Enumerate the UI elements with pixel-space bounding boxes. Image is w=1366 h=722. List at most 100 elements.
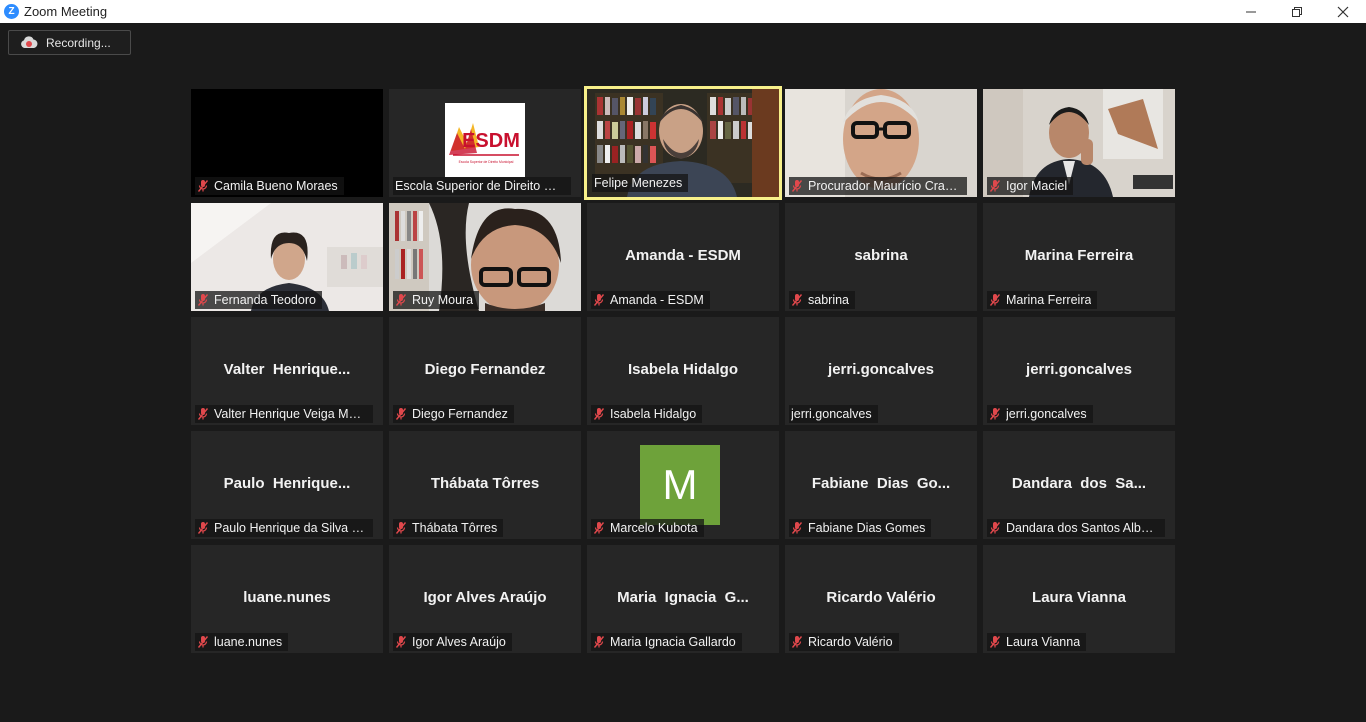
participant-name-label: Camila Bueno Moraes	[195, 177, 344, 195]
participant-tile[interactable]: Camila Bueno Moraes	[191, 89, 383, 197]
participant-display-name: Igor Alves Araújo	[423, 589, 547, 606]
minimize-button[interactable]	[1228, 0, 1274, 23]
participant-display-name: Ricardo Valério	[826, 589, 936, 606]
participant-tile[interactable]: Paulo Henrique... Paulo Henrique da Silva…	[191, 431, 383, 539]
participant-tile[interactable]: Marina Ferreira Marina Ferreira	[983, 203, 1175, 311]
participant-tile[interactable]: Thábata Tôrres Thábata Tôrres	[389, 431, 581, 539]
participant-display-name: Marina Ferreira	[1024, 247, 1134, 264]
muted-mic-icon	[989, 294, 1001, 306]
muted-mic-icon	[197, 408, 209, 420]
zoom-icon: Z	[4, 4, 19, 19]
participant-display-name: Dandara dos Sa...	[1011, 475, 1147, 492]
participant-name: Igor Maciel	[1006, 179, 1068, 193]
window-title: Zoom Meeting	[24, 4, 108, 19]
recording-indicator[interactable]: Recording...	[8, 30, 131, 55]
participant-name-label: Maria Ignacia Gallardo	[591, 633, 742, 651]
participant-tile[interactable]: Fabiane Dias Go... Fabiane Dias Gomes	[785, 431, 977, 539]
participant-tile[interactable]: Fernanda Teodoro	[191, 203, 383, 311]
participant-display-name: jerri.goncalves	[1026, 361, 1132, 378]
recording-label: Recording...	[46, 35, 111, 50]
participant-name-label: Ruy Moura	[393, 291, 480, 309]
participant-tile[interactable]: Diego Fernandez Diego Fernandez	[389, 317, 581, 425]
participant-tile[interactable]: Laura Vianna Laura Vianna	[983, 545, 1175, 653]
muted-mic-icon	[593, 408, 605, 420]
participant-tile[interactable]: sabrina sabrina	[785, 203, 977, 311]
window-controls	[1228, 0, 1366, 23]
participant-name-label: Marina Ferreira	[987, 291, 1098, 309]
participant-display-name: Amanda - ESDM	[625, 247, 741, 264]
muted-mic-icon	[593, 636, 605, 648]
participant-name: Igor Alves Araújo	[412, 635, 506, 649]
participant-name: jerri.goncalves	[791, 407, 872, 421]
participant-tile[interactable]: jerri.goncalves jerri.goncalves	[785, 317, 977, 425]
participant-name: Isabela Hidalgo	[610, 407, 697, 421]
participant-name-label: Igor Alves Araújo	[393, 633, 512, 651]
participant-name: Fernanda Teodoro	[214, 293, 316, 307]
participant-name-label: Felipe Menezes	[592, 174, 689, 192]
muted-mic-icon	[395, 408, 407, 420]
participant-tile[interactable]: Igor Alves Araújo Igor Alves Araújo	[389, 545, 581, 653]
participant-tile[interactable]: M Marcelo Kubota	[587, 431, 779, 539]
muted-mic-icon	[989, 522, 1001, 534]
muted-mic-icon	[791, 294, 803, 306]
participant-name: jerri.goncalves	[1006, 407, 1087, 421]
participant-name-label: Amanda - ESDM	[591, 291, 710, 309]
participant-tile[interactable]: Procurador Maurício Cram...	[785, 89, 977, 197]
muted-mic-icon	[197, 522, 209, 534]
participant-tile[interactable]: Dandara dos Sa... Dandara dos Santos Albu…	[983, 431, 1175, 539]
participant-tile[interactable]: Ricardo Valério Ricardo Valério	[785, 545, 977, 653]
muted-mic-icon	[791, 636, 803, 648]
window-titlebar: Z Zoom Meeting	[0, 0, 1366, 23]
participant-name: sabrina	[808, 293, 849, 307]
cloud-record-icon	[21, 36, 38, 48]
participant-name-label: Dandara dos Santos Albuq...	[987, 519, 1165, 537]
muted-mic-icon	[395, 522, 407, 534]
participant-tile[interactable]: ESDM Escola Superior de Direito Municipal…	[389, 89, 581, 197]
restore-icon	[1292, 6, 1302, 17]
participant-display-name: Isabela Hidalgo	[627, 361, 739, 378]
muted-mic-icon	[593, 522, 605, 534]
participant-name: Felipe Menezes	[594, 176, 683, 190]
participant-name: Thábata Tôrres	[412, 521, 498, 535]
muted-mic-icon	[593, 294, 605, 306]
participant-tile[interactable]: Ruy Moura	[389, 203, 581, 311]
participant-display-name: jerri.goncalves	[828, 361, 934, 378]
participant-avatar: M	[640, 445, 720, 525]
participant-name: Laura Vianna	[1006, 635, 1081, 649]
participant-tile[interactable]: luane.nunes luane.nunes	[191, 545, 383, 653]
participant-tile[interactable]: Isabela Hidalgo Isabela Hidalgo	[587, 317, 779, 425]
participant-name: Camila Bueno Moraes	[214, 179, 338, 193]
restore-button[interactable]	[1274, 0, 1320, 23]
participant-tile[interactable]: Felipe Menezes	[584, 86, 782, 200]
muted-mic-icon	[197, 294, 209, 306]
participant-name-label: Fabiane Dias Gomes	[789, 519, 932, 537]
participant-tile[interactable]: Igor Maciel	[983, 89, 1175, 197]
muted-mic-icon	[791, 522, 803, 534]
participant-tile[interactable]: Amanda - ESDM Amanda - ESDM	[587, 203, 779, 311]
close-icon	[1337, 6, 1349, 17]
participant-display-name: Maria Ignacia G...	[617, 589, 749, 606]
muted-mic-icon	[197, 180, 209, 192]
esdm-logo-subtext: Escola Superior de Direito Municipal	[459, 160, 514, 164]
participant-name: Marcelo Kubota	[610, 521, 698, 535]
esdm-logo: ESDM Escola Superior de Direito Municipal	[445, 103, 525, 177]
participant-name-label: sabrina	[789, 291, 855, 309]
participant-name-label: Valter Henrique Veiga Mac...	[195, 405, 373, 423]
muted-mic-icon	[989, 180, 1001, 192]
participant-display-name: Paulo Henrique...	[223, 475, 351, 492]
muted-mic-icon	[395, 294, 407, 306]
muted-mic-icon	[197, 636, 209, 648]
participant-tile[interactable]: jerri.goncalves jerri.goncalves	[983, 317, 1175, 425]
participant-name: Procurador Maurício Cram...	[808, 179, 961, 193]
participant-name: Diego Fernandez	[412, 407, 508, 421]
participant-name: Marina Ferreira	[1006, 293, 1092, 307]
participant-tile[interactable]: Valter Henrique... Valter Henrique Veiga …	[191, 317, 383, 425]
participant-tile[interactable]: Maria Ignacia G... Maria Ignacia Gallardo	[587, 545, 779, 653]
close-button[interactable]	[1320, 0, 1366, 23]
participant-name: Valter Henrique Veiga Mac...	[214, 407, 367, 421]
participant-name-label: Isabela Hidalgo	[591, 405, 703, 423]
muted-mic-icon	[395, 636, 407, 648]
participant-name-label: Ricardo Valério	[789, 633, 899, 651]
esdm-logo-text: ESDM	[462, 130, 520, 152]
participant-name-label: Escola Superior de Direito Mu...	[393, 177, 571, 195]
